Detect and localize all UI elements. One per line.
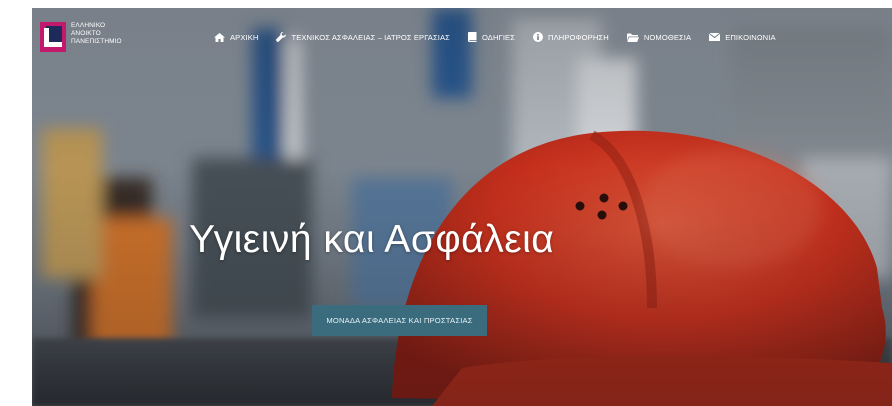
nav-item-label: ΟΔΗΓΙΕΣ (481, 32, 515, 42)
logo-line: ΑΝΟΙΚΤΟ (71, 30, 101, 37)
main-nav: ΑΡΧΙΚΗ ΤΕΧΝΙΚΟΣ ΑΣΦΑΛΕΙΑΣ – ΙΑΤΡΟΣ ΕΡΓΑΣ… (214, 32, 776, 42)
nav-item-label: ΑΡΧΙΚΗ (230, 32, 259, 42)
nav-item-label: ΕΠΙΚΟΙΝΩΝΙΑ (725, 32, 776, 42)
nav-item-legislation[interactable]: ΝΟΜΟΘΕΣΙΑ (626, 32, 692, 42)
safety-protection-unit-button[interactable]: ΜΟΝΑΔΑ ΑΣΦΑΛΕΙΑΣ ΚΑΙ ΠΡΟΣΤΑΣΙΑΣ (312, 305, 487, 336)
hero-section: ΕΛΛΗΝΙΚΟ ΑΝΟΙΚΤΟ ΠΑΝΕΠΙΣΤΗΜΙΟ ΑΡΧΙΚΗ ΤΕΧ… (32, 8, 892, 406)
home-icon (214, 32, 225, 42)
nav-item-label: ΠΛΗΡΟΦΟΡΗΣΗ (548, 32, 609, 42)
hero-overlay (32, 8, 892, 406)
logo-line: ΕΛΛΗΝΙΚΟ (71, 22, 106, 29)
nav-item-instructions[interactable]: ΟΔΗΓΙΕΣ (467, 32, 515, 42)
nav-item-home[interactable]: ΑΡΧΙΚΗ (214, 32, 259, 42)
info-icon (533, 32, 543, 42)
nav-item-information[interactable]: ΠΛΗΡΟΦΟΡΗΣΗ (533, 32, 609, 42)
nav-item-safety-technician[interactable]: ΤΕΧΝΙΚΟΣ ΑΣΦΑΛΕΙΑΣ – ΙΑΤΡΟΣ ΕΡΓΑΣΙΑΣ (276, 32, 450, 42)
nav-item-label: ΤΕΧΝΙΚΟΣ ΑΣΦΑΛΕΙΑΣ – ΙΑΤΡΟΣ ΕΡΓΑΣΙΑΣ (291, 32, 450, 42)
nav-item-contact[interactable]: ΕΠΙΚΟΙΝΩΝΙΑ (709, 32, 776, 42)
book-icon (467, 32, 477, 42)
folder-open-icon (626, 33, 639, 42)
top-navbar: ΕΛΛΗΝΙΚΟ ΑΝΟΙΚΤΟ ΠΑΝΕΠΙΣΤΗΜΙΟ ΑΡΧΙΚΗ ΤΕΧ… (32, 8, 892, 66)
logo-mark-icon (40, 22, 66, 52)
university-logo[interactable]: ΕΛΛΗΝΙΚΟ ΑΝΟΙΚΤΟ ΠΑΝΕΠΙΣΤΗΜΙΟ (40, 22, 123, 52)
wrench-icon (276, 32, 287, 42)
logo-text: ΕΛΛΗΝΙΚΟ ΑΝΟΙΚΤΟ ΠΑΝΕΠΙΣΤΗΜΙΟ (71, 22, 123, 46)
envelope-icon (709, 33, 721, 41)
hero-title: Υγιεινή και Ασφάλεια (189, 218, 555, 261)
nav-item-label: ΝΟΜΟΘΕΣΙΑ (643, 32, 692, 42)
logo-line: ΠΑΝΕΠΙΣΤΗΜΙΟ (71, 38, 122, 45)
